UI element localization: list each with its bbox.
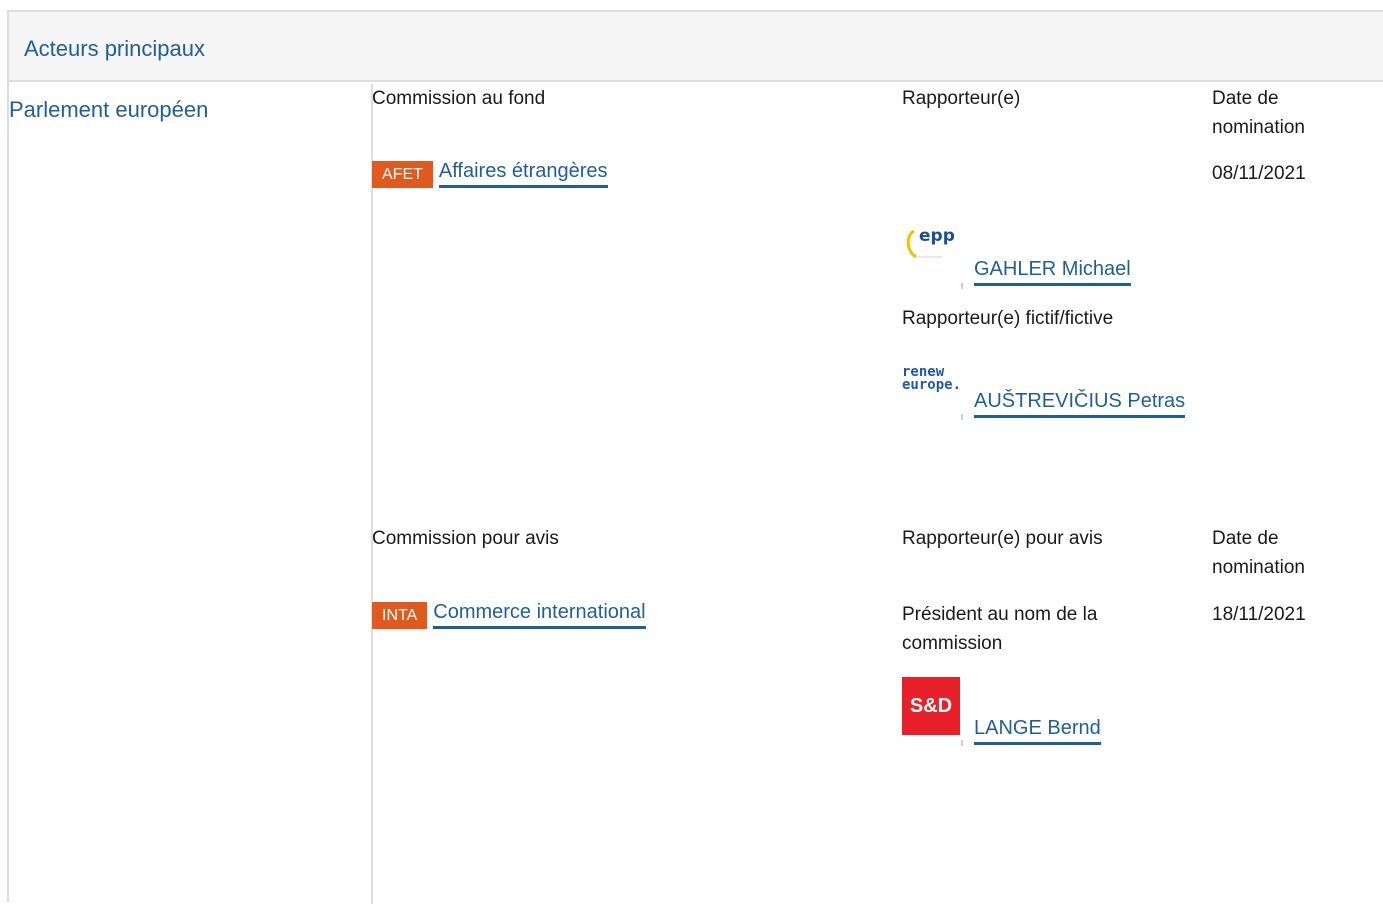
section-title: Acteurs principaux	[24, 36, 205, 61]
opinion-committee-row: INTA Commerce international	[372, 601, 646, 629]
institution-column: Parlement européen	[9, 84, 373, 904]
lead-rapporteur-header: Rapporteur(e)	[902, 88, 1021, 109]
lead-date-header: Date de nomination	[1212, 88, 1305, 138]
lead-committee-row: AFET Affaires étrangères	[372, 160, 608, 188]
shadow-rapporteur-label: Rapporteur(e) fictif/fictive	[902, 308, 1114, 329]
renew-europe-logo: renew europe.	[902, 350, 962, 408]
key-players-panel: Acteurs principaux Parlement européen	[7, 10, 1383, 904]
divider-tick	[961, 740, 963, 746]
section-header: Acteurs principaux	[9, 12, 1383, 82]
committee-code-badge: INTA	[372, 601, 428, 629]
shadow-rapporteur-link-austrevicius[interactable]: AUŠTREVIČIUS Petras	[974, 390, 1186, 418]
committee-code-badge: AFET	[372, 160, 433, 188]
rapporteur-link-lange[interactable]: LANGE Bernd	[974, 717, 1101, 745]
opinion-date-header: Date de nomination	[1212, 528, 1305, 578]
epp-logo-text: epp	[919, 226, 955, 246]
lead-nomination-date: 08/11/2021	[1212, 163, 1306, 184]
sd-logo: S&D	[902, 677, 960, 735]
divider-tick	[961, 414, 963, 420]
divider-tick	[961, 283, 963, 289]
opinion-nomination-date: 18/11/2021	[1212, 604, 1306, 625]
rapporteur-link-gahler[interactable]: GAHLER Michael	[974, 258, 1131, 286]
renew-logo-text-2: europe.	[902, 377, 962, 393]
opinion-committee-header: Commission pour avis	[372, 528, 559, 549]
committee-link-inta[interactable]: Commerce international	[433, 601, 646, 629]
rapporteur-role: Président au nom de la commission	[902, 604, 1098, 654]
institution-label: Parlement européen	[9, 97, 209, 122]
epp-logo: epp	[902, 217, 960, 275]
committee-link-afet[interactable]: Affaires étrangères	[438, 160, 608, 188]
opinion-rapporteur-header: Rapporteur(e) pour avis	[902, 528, 1103, 549]
lead-committee-header: Commission au fond	[372, 88, 546, 109]
